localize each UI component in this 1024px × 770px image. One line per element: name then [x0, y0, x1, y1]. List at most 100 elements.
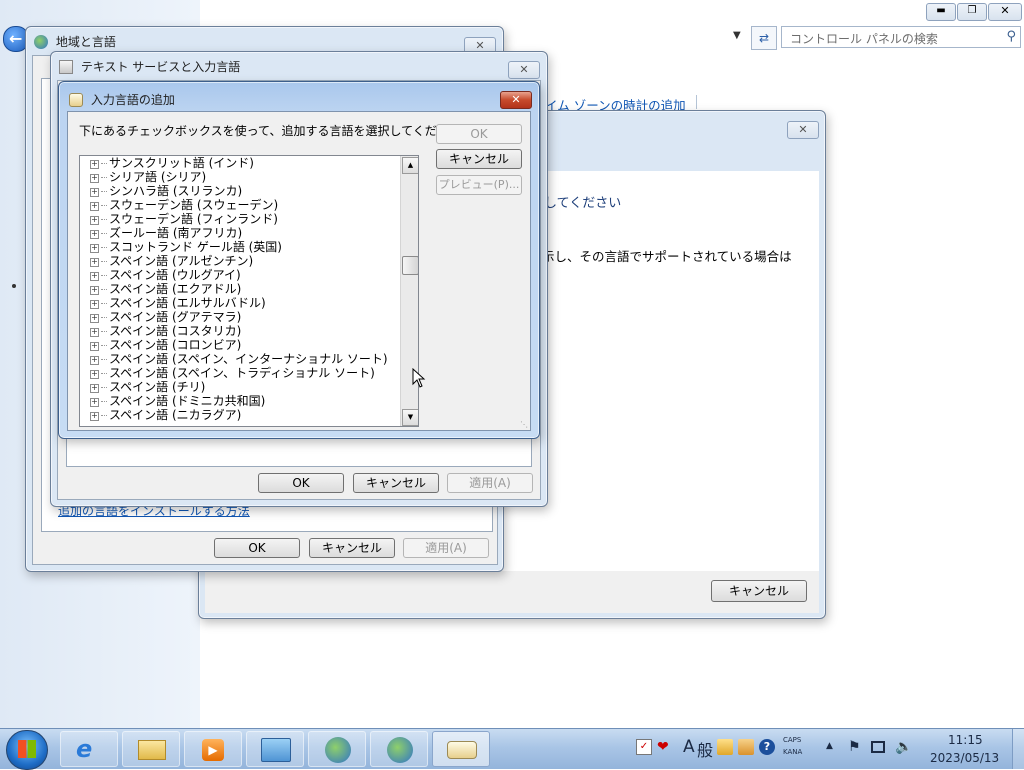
caps-indicator: CAPS — [783, 736, 802, 744]
taskbar-add-language-button[interactable] — [432, 731, 490, 767]
keyboard-icon — [59, 60, 73, 74]
ime-mode-indicator[interactable]: A — [683, 737, 695, 757]
list-item[interactable]: + スペイン語 (コロンビア) — [90, 338, 241, 352]
globe-checklist-icon — [387, 737, 413, 763]
bg-cancel-button[interactable]: キャンセル — [711, 580, 807, 602]
ime-tool-icon[interactable]: ❤ — [657, 739, 673, 755]
list-item[interactable]: + スペイン語 (ウルグアイ) — [90, 268, 241, 282]
scroll-thumb[interactable] — [402, 256, 418, 275]
link-separator — [696, 95, 697, 109]
list-item[interactable]: + スペイン語 (コスタリカ) — [90, 324, 241, 338]
expand-icon: + — [90, 201, 99, 211]
start-button[interactable] — [6, 730, 48, 770]
volume-icon[interactable]: 🔈 — [895, 739, 912, 755]
add-language-dialog: 入力言語の追加 ✕ 下にあるチェックボックスを使って、追加する言語を選択してくだ… — [58, 81, 540, 439]
keyboard-icon — [69, 93, 83, 107]
expand-icon: + — [90, 229, 99, 239]
bg-dialog-close-button[interactable]: ✕ — [787, 121, 819, 139]
list-item[interactable]: + スペイン語 (チリ) — [90, 380, 205, 394]
arrow-left-icon: ← — [9, 29, 23, 48]
region-ok-button[interactable]: OK — [214, 538, 300, 558]
region-cancel-button[interactable]: キャンセル — [309, 538, 395, 558]
taskbar-ie-button[interactable]: e — [60, 731, 118, 767]
list-item[interactable]: + スペイン語 (スペイン、トラディショナル ソート) — [90, 366, 375, 380]
taskbar-region-button[interactable] — [308, 731, 366, 767]
scroll-down-button[interactable]: ▼ — [402, 409, 418, 426]
control-panel-icon — [261, 738, 291, 762]
language-tree-list[interactable]: + サンスクリット語 (インド) + シリア語 (シリア) + シンハラ語 (スリラン… — [79, 155, 419, 427]
globe-clock-icon — [325, 737, 351, 763]
list-item[interactable]: + シンハラ語 (スリランカ) — [90, 184, 242, 198]
list-item[interactable]: + スウェーデン語 (フィンランド) — [90, 212, 278, 226]
preview-button[interactable]: プレビュー(P)... — [436, 175, 522, 195]
list-item[interactable]: + スペイン語 (エルサルバドル) — [90, 296, 266, 310]
add-language-close-button[interactable]: ✕ — [500, 91, 532, 109]
search-box[interactable]: コントロール パネルの検索 ⚲ — [781, 26, 1021, 48]
text-services-title: テキスト サービスと入力言語 — [59, 58, 240, 75]
expand-icon: + — [90, 173, 99, 183]
show-hidden-icons-button[interactable]: ▲ — [826, 741, 833, 751]
bg-support-text: 示し、その言語でサポートされている場合は — [542, 249, 792, 264]
text-services-close-button[interactable]: ✕ — [508, 61, 540, 79]
internet-explorer-icon: e — [76, 735, 93, 763]
media-player-icon: ▶ — [202, 739, 224, 761]
expand-icon: + — [90, 397, 99, 407]
action-center-flag-icon[interactable]: ⚑ — [848, 739, 864, 755]
clock-time[interactable]: 11:15 — [948, 733, 983, 747]
expand-icon: + — [90, 257, 99, 267]
address-dropdown-icon[interactable]: ▼ — [733, 30, 741, 41]
help-icon[interactable]: ? — [759, 739, 775, 755]
minimize-button[interactable]: ▬ — [926, 3, 956, 21]
taskbar-explorer-button[interactable] — [122, 731, 180, 767]
resize-grip-icon[interactable]: ⋱ — [520, 420, 528, 429]
list-item[interactable]: + スペイン語 (エクアドル) — [90, 282, 241, 296]
refresh-button[interactable]: ⇄ — [751, 26, 777, 50]
taskbar-media-player-button[interactable]: ▶ — [184, 731, 242, 767]
add-language-cancel-button[interactable]: キャンセル — [436, 149, 522, 169]
show-desktop-button[interactable] — [1012, 729, 1024, 769]
text-services-cancel-button[interactable]: キャンセル — [353, 473, 439, 493]
ime-pad-icon[interactable]: ✓ — [636, 739, 652, 755]
search-input[interactable]: コントロール パネルの検索 — [790, 30, 938, 47]
add-language-ok-button[interactable]: OK — [436, 124, 522, 144]
keyboard-icon — [447, 741, 477, 759]
list-item[interactable]: + サンスクリット語 (インド) — [90, 156, 254, 170]
list-item[interactable]: + スコットランド ゲール語 (英国) — [90, 240, 282, 254]
text-services-apply-button[interactable]: 適用(A) — [447, 473, 533, 493]
expand-icon: + — [90, 313, 99, 323]
expand-icon: + — [90, 341, 99, 351]
text-services-ok-button[interactable]: OK — [258, 473, 344, 493]
expand-icon: + — [90, 369, 99, 379]
list-item[interactable]: + シリア語 (シリア) — [90, 170, 206, 184]
add-language-title: 入力言語の追加 — [69, 91, 175, 108]
restore-button[interactable]: ❐ — [957, 3, 987, 21]
scroll-up-button[interactable]: ▲ — [402, 157, 418, 174]
list-item[interactable]: + スペイン語 (グアテマラ) — [90, 310, 241, 324]
refresh-icon: ⇄ — [758, 31, 770, 45]
ime-dictionary-icon[interactable] — [717, 739, 733, 755]
ime-options-icon[interactable] — [738, 739, 754, 755]
list-item[interactable]: + スペイン語 (アルゼンチン) — [90, 254, 253, 268]
clock-date[interactable]: 2023/05/13 — [930, 751, 999, 765]
expand-icon: + — [90, 159, 99, 169]
expand-icon: + — [90, 411, 99, 421]
list-item[interactable]: + ズールー語 (南アフリカ) — [90, 226, 242, 240]
list-item[interactable]: + スペイン語 (ニカラグア) — [90, 408, 241, 422]
expand-icon: + — [90, 285, 99, 295]
close-window-button[interactable]: ✕ — [988, 3, 1022, 21]
instruction-text: 下にあるチェックボックスを使って、追加する言語を選択してください。 — [79, 124, 473, 138]
expand-icon: + — [90, 187, 99, 197]
region-apply-button[interactable]: 適用(A) — [403, 538, 489, 558]
bullet-dot — [12, 284, 16, 288]
list-item[interactable]: + スウェーデン語 (スウェーデン) — [90, 198, 278, 212]
network-icon[interactable] — [871, 741, 885, 753]
add-language-title-text: 入力言語の追加 — [90, 93, 175, 107]
taskbar-control-panel-button[interactable] — [246, 731, 304, 767]
ime-kanji-indicator[interactable]: 般 — [697, 737, 713, 761]
globe-icon — [34, 35, 48, 49]
taskbar-text-services-button[interactable] — [370, 731, 428, 767]
list-item[interactable]: + スペイン語 (ドミニカ共和国) — [90, 394, 265, 408]
taskbar: e ▶ ✓ ❤ A 般 ? CAPS KANA ▲ ⚑ 🔈 11:15 2023… — [0, 728, 1024, 770]
list-item[interactable]: + スペイン語 (スペイン、インターナショナル ソート) — [90, 352, 388, 366]
expand-icon: + — [90, 355, 99, 365]
